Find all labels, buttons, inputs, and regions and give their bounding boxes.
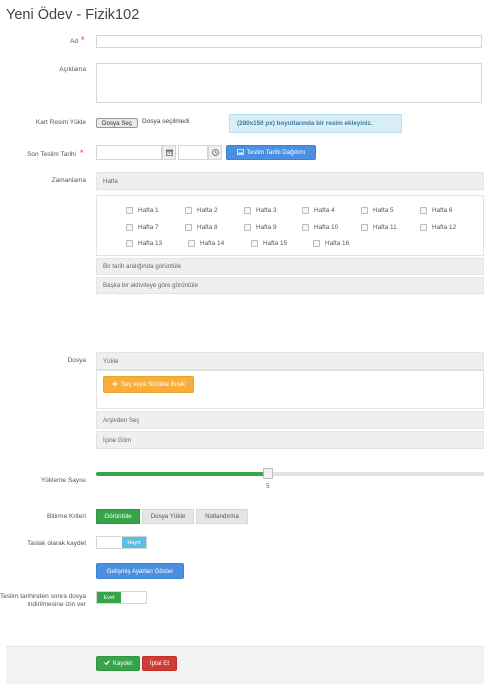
completion-option-file-upload[interactable]: Dosya Yükle (142, 509, 194, 524)
description-textarea[interactable] (96, 63, 482, 103)
choose-or-drop-label: Seç veya Sürükle Bırak (120, 381, 186, 388)
week-checkbox-item[interactable]: Hafta 11 (361, 224, 397, 231)
week-checkbox[interactable] (361, 224, 368, 231)
week-checkbox-label: Hafta 6 (432, 207, 453, 214)
upload-count-slider-fill (96, 472, 268, 476)
clock-icon[interactable] (208, 145, 222, 160)
completion-label: Bitirme Kriteri (46, 513, 86, 520)
week-checkbox-label: Hafta 5 (373, 207, 394, 214)
week-checkbox[interactable] (244, 224, 251, 231)
card-image-label: Kart Resim Yükle (35, 119, 86, 126)
week-checkbox-label: Hafta 12 (432, 224, 457, 231)
week-checkbox-item[interactable]: Hafta 9 (244, 224, 277, 231)
week-checkbox[interactable] (188, 240, 195, 247)
form-footer (6, 646, 484, 684)
week-checkbox[interactable] (185, 207, 192, 214)
file-label: Dosya (67, 357, 86, 364)
week-checkbox[interactable] (185, 224, 192, 231)
week-checkbox-label: Hafta 1 (138, 207, 159, 214)
week-checkbox-label: Hafta 10 (314, 224, 339, 231)
week-checkbox-item[interactable]: Hafta 16 (313, 240, 349, 247)
week-checkbox-item[interactable]: Hafta 7 (126, 224, 159, 231)
late-download-toggle-state: Evet (97, 592, 121, 603)
week-checkbox-item[interactable]: Hafta 8 (185, 224, 218, 231)
week-checkbox[interactable] (126, 207, 133, 214)
week-checkbox-item[interactable]: Hafta 3 (244, 207, 277, 214)
week-checkbox[interactable] (420, 207, 427, 214)
week-checkbox-label: Hafta 13 (138, 240, 163, 247)
save-label: Kaydet (112, 660, 133, 667)
draft-toggle[interactable]: Hayır (96, 536, 147, 549)
week-checkbox-item[interactable]: Hafta 14 (188, 240, 224, 247)
description-label: Açıklama (59, 66, 86, 73)
completion-option-grading[interactable]: Notlandırma (196, 509, 248, 524)
image-size-hint: (280x150 px) boyutlarında bir resim ekle… (229, 114, 402, 133)
plus-icon (112, 381, 118, 389)
upload-count-slider-handle[interactable] (263, 468, 273, 479)
completion-option-view[interactable]: Görüntüle (96, 509, 140, 524)
week-checkbox-label: Hafta 11 (373, 224, 397, 231)
scheduling-label: Zamanlama (51, 177, 86, 184)
late-download-label: Teslim tarihinden sonra dosya indirilmes… (0, 593, 86, 609)
no-file-status: Dosya seçilmedi (142, 118, 190, 125)
week-checkbox-item[interactable]: Hafta 15 (251, 240, 287, 247)
week-checkbox-label: Hafta 15 (263, 240, 288, 247)
embed-panel-header[interactable]: İçine Göm (96, 431, 484, 449)
week-checkbox-label: Hafta 4 (314, 207, 335, 214)
week-checkbox-item[interactable]: Hafta 13 (126, 240, 162, 247)
image-icon (236, 148, 244, 157)
due-date-distribution-button[interactable]: Teslim Tarihi Dağılımı (226, 145, 316, 160)
save-button[interactable]: Kaydet (96, 656, 140, 671)
week-checkbox-label: Hafta 14 (200, 240, 225, 247)
archive-panel-header[interactable]: Arşivden Seç (96, 411, 484, 429)
week-checkbox-item[interactable]: Hafta 1 (126, 207, 159, 214)
week-checkbox[interactable] (302, 207, 309, 214)
week-panel-header[interactable]: Hafta (96, 172, 484, 190)
week-checkbox[interactable] (361, 207, 368, 214)
date-range-panel-header[interactable]: Bir tarih aralığında görüntüle (96, 258, 484, 275)
required-marker: * (80, 148, 84, 158)
due-date-label: Son Teslim Tarihi (27, 151, 76, 158)
page-title: Yeni Ödev - Fizik102 (6, 7, 140, 23)
after-activity-panel-header[interactable]: Başka bir aktiviteye göre görüntüle (96, 277, 484, 294)
week-checkbox-label: Hafta 3 (256, 207, 277, 214)
week-checkbox-label: Hafta 16 (325, 240, 350, 247)
week-checkbox-label: Hafta 9 (256, 224, 277, 231)
week-checkbox-item[interactable]: Hafta 12 (420, 224, 456, 231)
week-checkbox-item[interactable]: Hafta 10 (302, 224, 338, 231)
check-icon (104, 660, 110, 667)
late-download-toggle[interactable]: Evet (96, 591, 147, 604)
upload-count-label: Yükleme Sayısı (40, 477, 86, 484)
upload-count-value: 5 (266, 483, 270, 490)
required-marker: * (81, 35, 85, 45)
name-input[interactable] (96, 35, 482, 48)
cancel-button[interactable]: İptal Et (142, 656, 177, 671)
week-checkbox-item[interactable]: Hafta 2 (185, 207, 218, 214)
week-checkbox[interactable] (251, 240, 258, 247)
week-checkbox[interactable] (313, 240, 320, 247)
week-checkbox[interactable] (126, 240, 133, 247)
week-checkbox[interactable] (302, 224, 309, 231)
due-date-distribution-label: Teslim Tarihi Dağılımı (246, 149, 306, 156)
week-checkbox-item[interactable]: Hafta 5 (361, 207, 394, 214)
due-time-input[interactable] (178, 145, 208, 160)
calendar-icon[interactable] (162, 145, 176, 160)
week-checkbox-item[interactable]: Hafta 6 (420, 207, 453, 214)
week-checkbox[interactable] (244, 207, 251, 214)
week-checkbox-item[interactable]: Hafta 4 (302, 207, 335, 214)
week-checkbox[interactable] (126, 224, 133, 231)
week-checkbox-label: Hafta 7 (138, 224, 159, 231)
upload-panel-header[interactable]: Yükle (96, 352, 484, 370)
choose-file-button[interactable]: Dosya Seç (96, 118, 138, 128)
week-checkbox[interactable] (420, 224, 427, 231)
name-label: Ad (70, 38, 78, 45)
advanced-settings-button[interactable]: Gelişmiş Ayarları Göster (96, 563, 184, 579)
choose-or-drop-button[interactable]: Seç veya Sürükle Bırak (103, 376, 194, 393)
draft-label: Taslak olarak kaydet (27, 540, 86, 547)
week-checkbox-label: Hafta 8 (197, 224, 218, 231)
draft-toggle-state: Hayır (122, 537, 146, 548)
due-date-input[interactable] (96, 145, 162, 160)
week-checkbox-label: Hafta 2 (197, 207, 218, 214)
